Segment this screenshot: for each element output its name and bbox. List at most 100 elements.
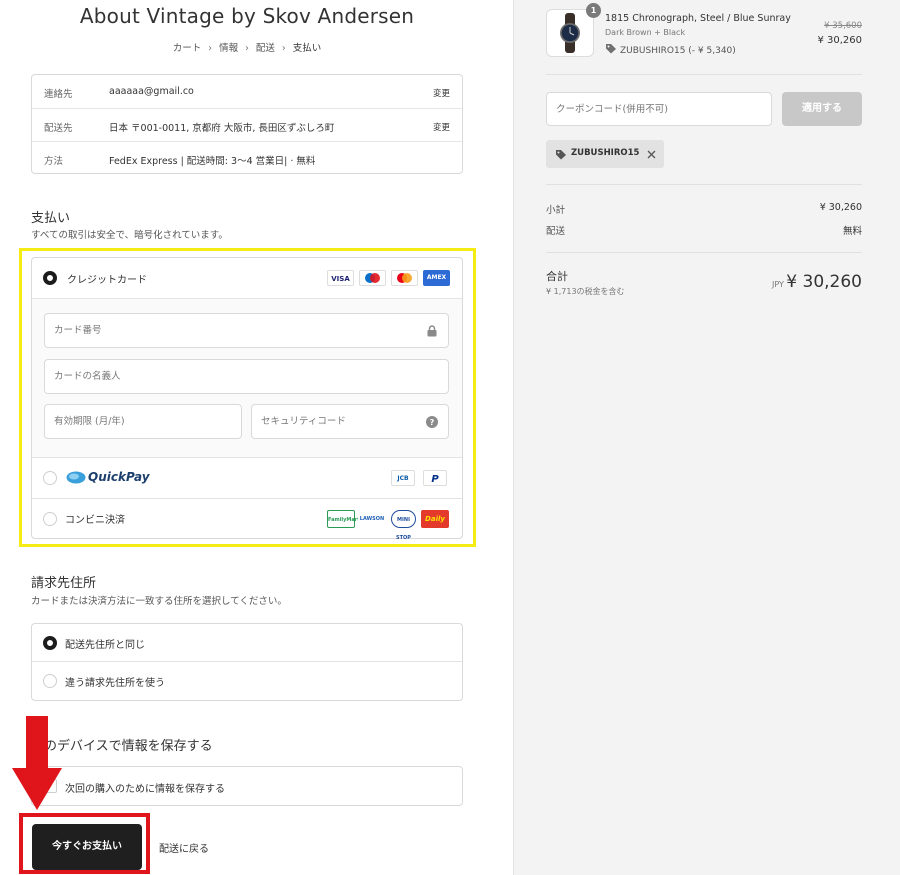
breadcrumb-shipping[interactable]: 配送 — [256, 40, 275, 54]
mastercard-icon — [391, 270, 418, 286]
product-name: 1815 Chronograph, Steel / Blue Sunray — [605, 13, 791, 24]
breadcrumb-cart[interactable]: カート — [173, 40, 202, 54]
total-label: 合計 — [546, 270, 568, 283]
quickpay-logo-icon — [66, 471, 86, 484]
coupon-input[interactable] — [547, 93, 771, 125]
divider — [546, 74, 862, 75]
credit-card-form: ? — [32, 298, 462, 458]
breadcrumb-information[interactable]: 情報 — [219, 40, 238, 54]
billing-title: 請求先住所 — [31, 576, 97, 591]
review-label: 方法 — [44, 156, 64, 167]
price-original: ¥ 35,600 — [824, 21, 862, 31]
radio-billing-same[interactable] — [43, 636, 57, 650]
review-value: aaaaaa@gmail.co — [109, 86, 194, 97]
order-summary-sidebar — [513, 0, 900, 875]
card-name-field[interactable] — [44, 359, 449, 394]
divider — [546, 252, 862, 253]
expiry-field[interactable] — [44, 404, 242, 439]
coupon-field[interactable] — [546, 92, 772, 126]
svg-text:?: ? — [430, 418, 435, 427]
daily-icon: Daily — [421, 510, 449, 528]
konbini-label: コンビニ決済 — [65, 515, 125, 526]
tax-note: ¥ 1,713の税金を含む — [546, 287, 625, 296]
chevron-right-icon: › — [208, 43, 213, 54]
expiry-input[interactable] — [45, 405, 241, 438]
radio-credit-card[interactable] — [43, 271, 57, 285]
paypal-icon: P — [423, 470, 447, 486]
visa-icon: VISA — [327, 270, 354, 286]
price-discounted: ¥ 30,260 — [817, 35, 862, 46]
help-icon[interactable]: ? — [426, 416, 438, 428]
jcb-icon: JCB — [391, 470, 415, 486]
payment-methods: クレジットカード VISA AMEX ? QuickPay JCB — [31, 257, 463, 541]
tag-icon — [556, 150, 566, 160]
chevron-right-icon: › — [281, 43, 286, 54]
payment-option-konbini[interactable]: コンビニ決済 FamilyMart LAWSON MINI STOP Daily — [32, 499, 462, 541]
save-info-box: 次回の購入のために情報を保存する — [31, 766, 463, 806]
lock-icon — [427, 325, 437, 337]
payment-option-quickpay[interactable]: QuickPay JCB P — [32, 458, 462, 499]
subtotal-label: 小計 — [546, 205, 566, 216]
apply-coupon-button[interactable]: 適用する — [782, 92, 862, 126]
billing-different-label: 違う請求先住所を使う — [65, 678, 165, 689]
quantity-badge: 1 — [586, 3, 601, 18]
familymart-icon: FamilyMart — [327, 510, 360, 528]
billing-same-label: 配送先住所と同じ — [65, 640, 145, 651]
shipping-label: 配送 — [546, 226, 566, 237]
payment-title: 支払い — [31, 211, 71, 226]
review-row-contact: 連絡先 aaaaaa@gmail.co 変更 — [32, 75, 462, 108]
subtotal-value: ¥ 30,260 — [819, 202, 862, 213]
review-label: 配送先 — [44, 123, 73, 134]
review-row-ship-to: 配送先 日本 〒001-0011, 京都府 大阪市, 長田区ずぶしろ町 変更 — [32, 108, 462, 141]
product-discount: ZUBUSHIRO15 (- ¥ 5,340) — [605, 43, 736, 56]
review-label: 連絡先 — [44, 89, 73, 100]
billing-subtitle: カードまたは決済方法に一致する住所を選択してください。 — [31, 596, 287, 607]
red-arrow-annotation — [12, 716, 62, 810]
product-thumbnail — [546, 9, 594, 57]
radio-konbini[interactable] — [43, 512, 57, 526]
total-value: ¥ 30,260 — [786, 272, 862, 292]
product-discount-text: ZUBUSHIRO15 (- ¥ 5,340) — [620, 46, 736, 56]
back-to-shipping-link[interactable]: 配送に戻る — [159, 840, 209, 855]
billing-option-same[interactable]: 配送先住所と同じ — [32, 624, 462, 662]
review-value: 日本 〒001-0011, 京都府 大阪市, 長田区ずぶしろ町 — [109, 123, 335, 134]
review-summary: 連絡先 aaaaaa@gmail.co 変更 配送先 日本 〒001-0011,… — [31, 74, 463, 174]
lawson-icon: LAWSON — [358, 510, 386, 528]
quickpay-label: QuickPay — [88, 470, 150, 484]
radio-quickpay[interactable] — [43, 471, 57, 485]
svg-text:P: P — [431, 474, 439, 485]
billing-option-different[interactable]: 違う請求先住所を使う — [32, 662, 462, 701]
security-code-input[interactable] — [252, 405, 448, 438]
product-variant: Dark Brown + Black — [605, 28, 686, 37]
payment-subtitle: すべての取引は安全で、暗号化されています。 — [31, 230, 228, 241]
breadcrumb: カート › 情報 › 配送 › 支払い — [0, 40, 494, 54]
breadcrumb-payment: 支払い — [292, 43, 322, 54]
applied-coupon-tag: ZUBUSHIRO15 — [546, 140, 664, 168]
chevron-right-icon: › — [245, 43, 249, 54]
ministop-icon: MINI STOP — [391, 510, 416, 541]
radio-billing-different[interactable] — [43, 674, 57, 688]
security-code-field[interactable]: ? — [251, 404, 449, 439]
shipping-value: 無料 — [842, 226, 862, 237]
amex-icon: AMEX — [423, 270, 450, 286]
credit-card-label: クレジットカード — [67, 275, 147, 286]
currency-code: JPY — [772, 280, 784, 289]
tag-icon — [606, 44, 616, 54]
watch-icon — [560, 13, 580, 53]
applied-coupon-code: ZUBUSHIRO15 — [571, 148, 640, 158]
shop-title[interactable]: About Vintage by Skov Andersen — [0, 4, 494, 28]
card-number-field[interactable] — [44, 313, 449, 348]
change-address-link[interactable]: 変更 — [433, 121, 450, 133]
card-number-input[interactable] — [45, 314, 448, 347]
billing-options: 配送先住所と同じ 違う請求先住所を使う — [31, 623, 463, 701]
divider — [546, 184, 862, 185]
review-value: FedEx Express | 配送時間: 3〜4 営業日| · 無料 — [109, 156, 316, 167]
change-contact-link[interactable]: 変更 — [433, 87, 450, 99]
close-icon[interactable] — [647, 150, 656, 159]
pay-now-button[interactable]: 今すぐお支払い — [32, 824, 142, 870]
review-row-method: 方法 FedEx Express | 配送時間: 3〜4 営業日| · 無料 — [32, 141, 462, 174]
maestro-icon — [359, 270, 386, 286]
card-name-input[interactable] — [45, 360, 448, 393]
payment-option-credit-card[interactable]: クレジットカード VISA AMEX — [32, 258, 462, 298]
save-info-label: 次回の購入のために情報を保存する — [65, 784, 225, 795]
